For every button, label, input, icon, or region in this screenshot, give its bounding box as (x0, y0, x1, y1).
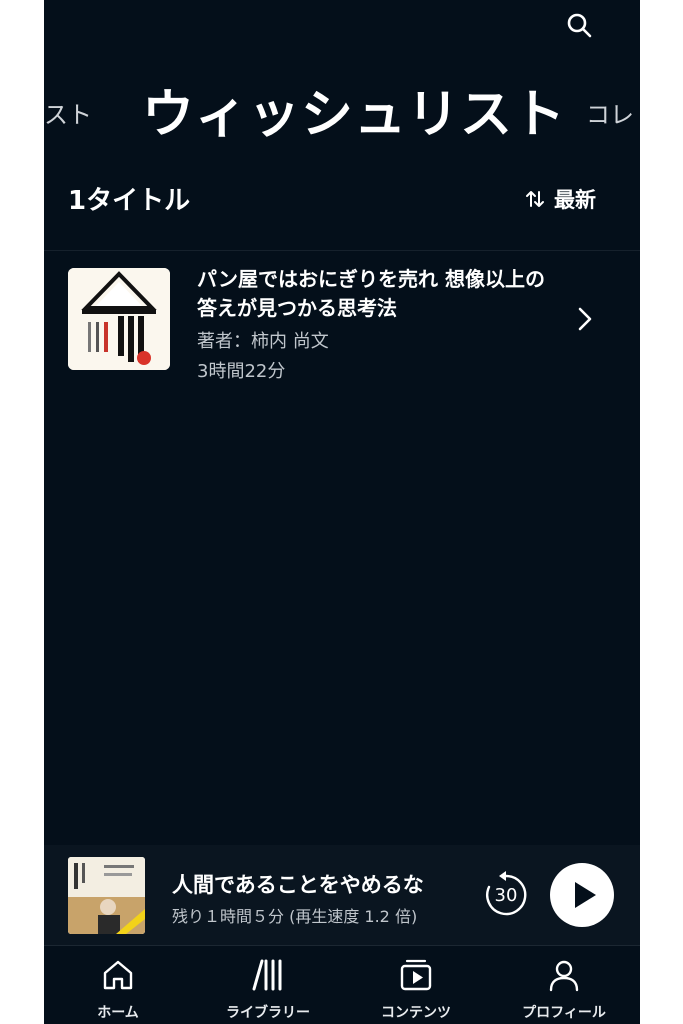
chevron-right-icon (578, 307, 592, 331)
bottom-navigation: ホーム ライブラリー コンテンツ プロフィール (44, 946, 640, 1024)
book-author: 著者：柿内 尚文 (197, 331, 329, 352)
title-count: 1タイトル (68, 186, 191, 216)
nav-content[interactable]: コンテンツ (346, 956, 486, 1022)
sort-button[interactable]: 最新 (524, 184, 596, 214)
now-playing-remaining: 残り１時間５分 (再生速度 1.2 倍) (172, 907, 418, 926)
skip-seconds: 30 (494, 885, 518, 906)
play-icon (575, 882, 596, 908)
tab-previous[interactable]: スト (44, 95, 92, 130)
home-icon (103, 960, 133, 990)
nav-home-label: ホーム (97, 1005, 139, 1021)
nav-home[interactable]: ホーム (48, 956, 188, 1022)
list-item[interactable]: パン屋ではおにぎりを売れ 想像以上の答えが見つかる思考法 著者：柿内 尚文 3時… (44, 265, 640, 382)
book-duration: 3時間22分 (197, 361, 286, 382)
search-icon (567, 13, 592, 38)
book-cover (68, 268, 170, 370)
library-icon (252, 959, 282, 991)
search-button[interactable] (564, 10, 596, 42)
nav-library-label: ライブラリー (226, 1005, 310, 1021)
sort-label: 最新 (554, 188, 596, 212)
nav-profile[interactable]: プロフィール (494, 956, 634, 1022)
book-cover-art (68, 268, 170, 370)
skip-back-button[interactable]: 30 (482, 871, 530, 919)
now-playing-cover-art (68, 857, 145, 934)
mini-player[interactable]: 人間であることをやめるな 残り１時間５分 (再生速度 1.2 倍) 30 (44, 845, 640, 945)
now-playing-cover (68, 857, 145, 934)
app-screen: スト ウィッシュリスト コレ 1タイトル 最新 パン屋ではおにぎりを売れ 想像以… (44, 0, 640, 1024)
book-title: パン屋ではおにぎりを売れ 想像以上の答えが見つかる思考法 (197, 267, 545, 320)
nav-profile-label: プロフィール (522, 1005, 606, 1021)
tab-next[interactable]: コレ (586, 95, 634, 130)
library-tabs: スト ウィッシュリスト コレ (44, 72, 640, 145)
now-playing-title: 人間であることをやめるな (172, 873, 424, 897)
nav-content-label: コンテンツ (381, 1005, 451, 1021)
profile-icon (549, 960, 579, 992)
tab-wishlist[interactable]: ウィッシュリスト (142, 72, 566, 147)
sort-icon (526, 191, 544, 207)
play-button[interactable] (550, 863, 614, 927)
nav-library[interactable]: ライブラリー (198, 956, 338, 1022)
divider (44, 250, 640, 251)
content-icon (400, 959, 432, 991)
